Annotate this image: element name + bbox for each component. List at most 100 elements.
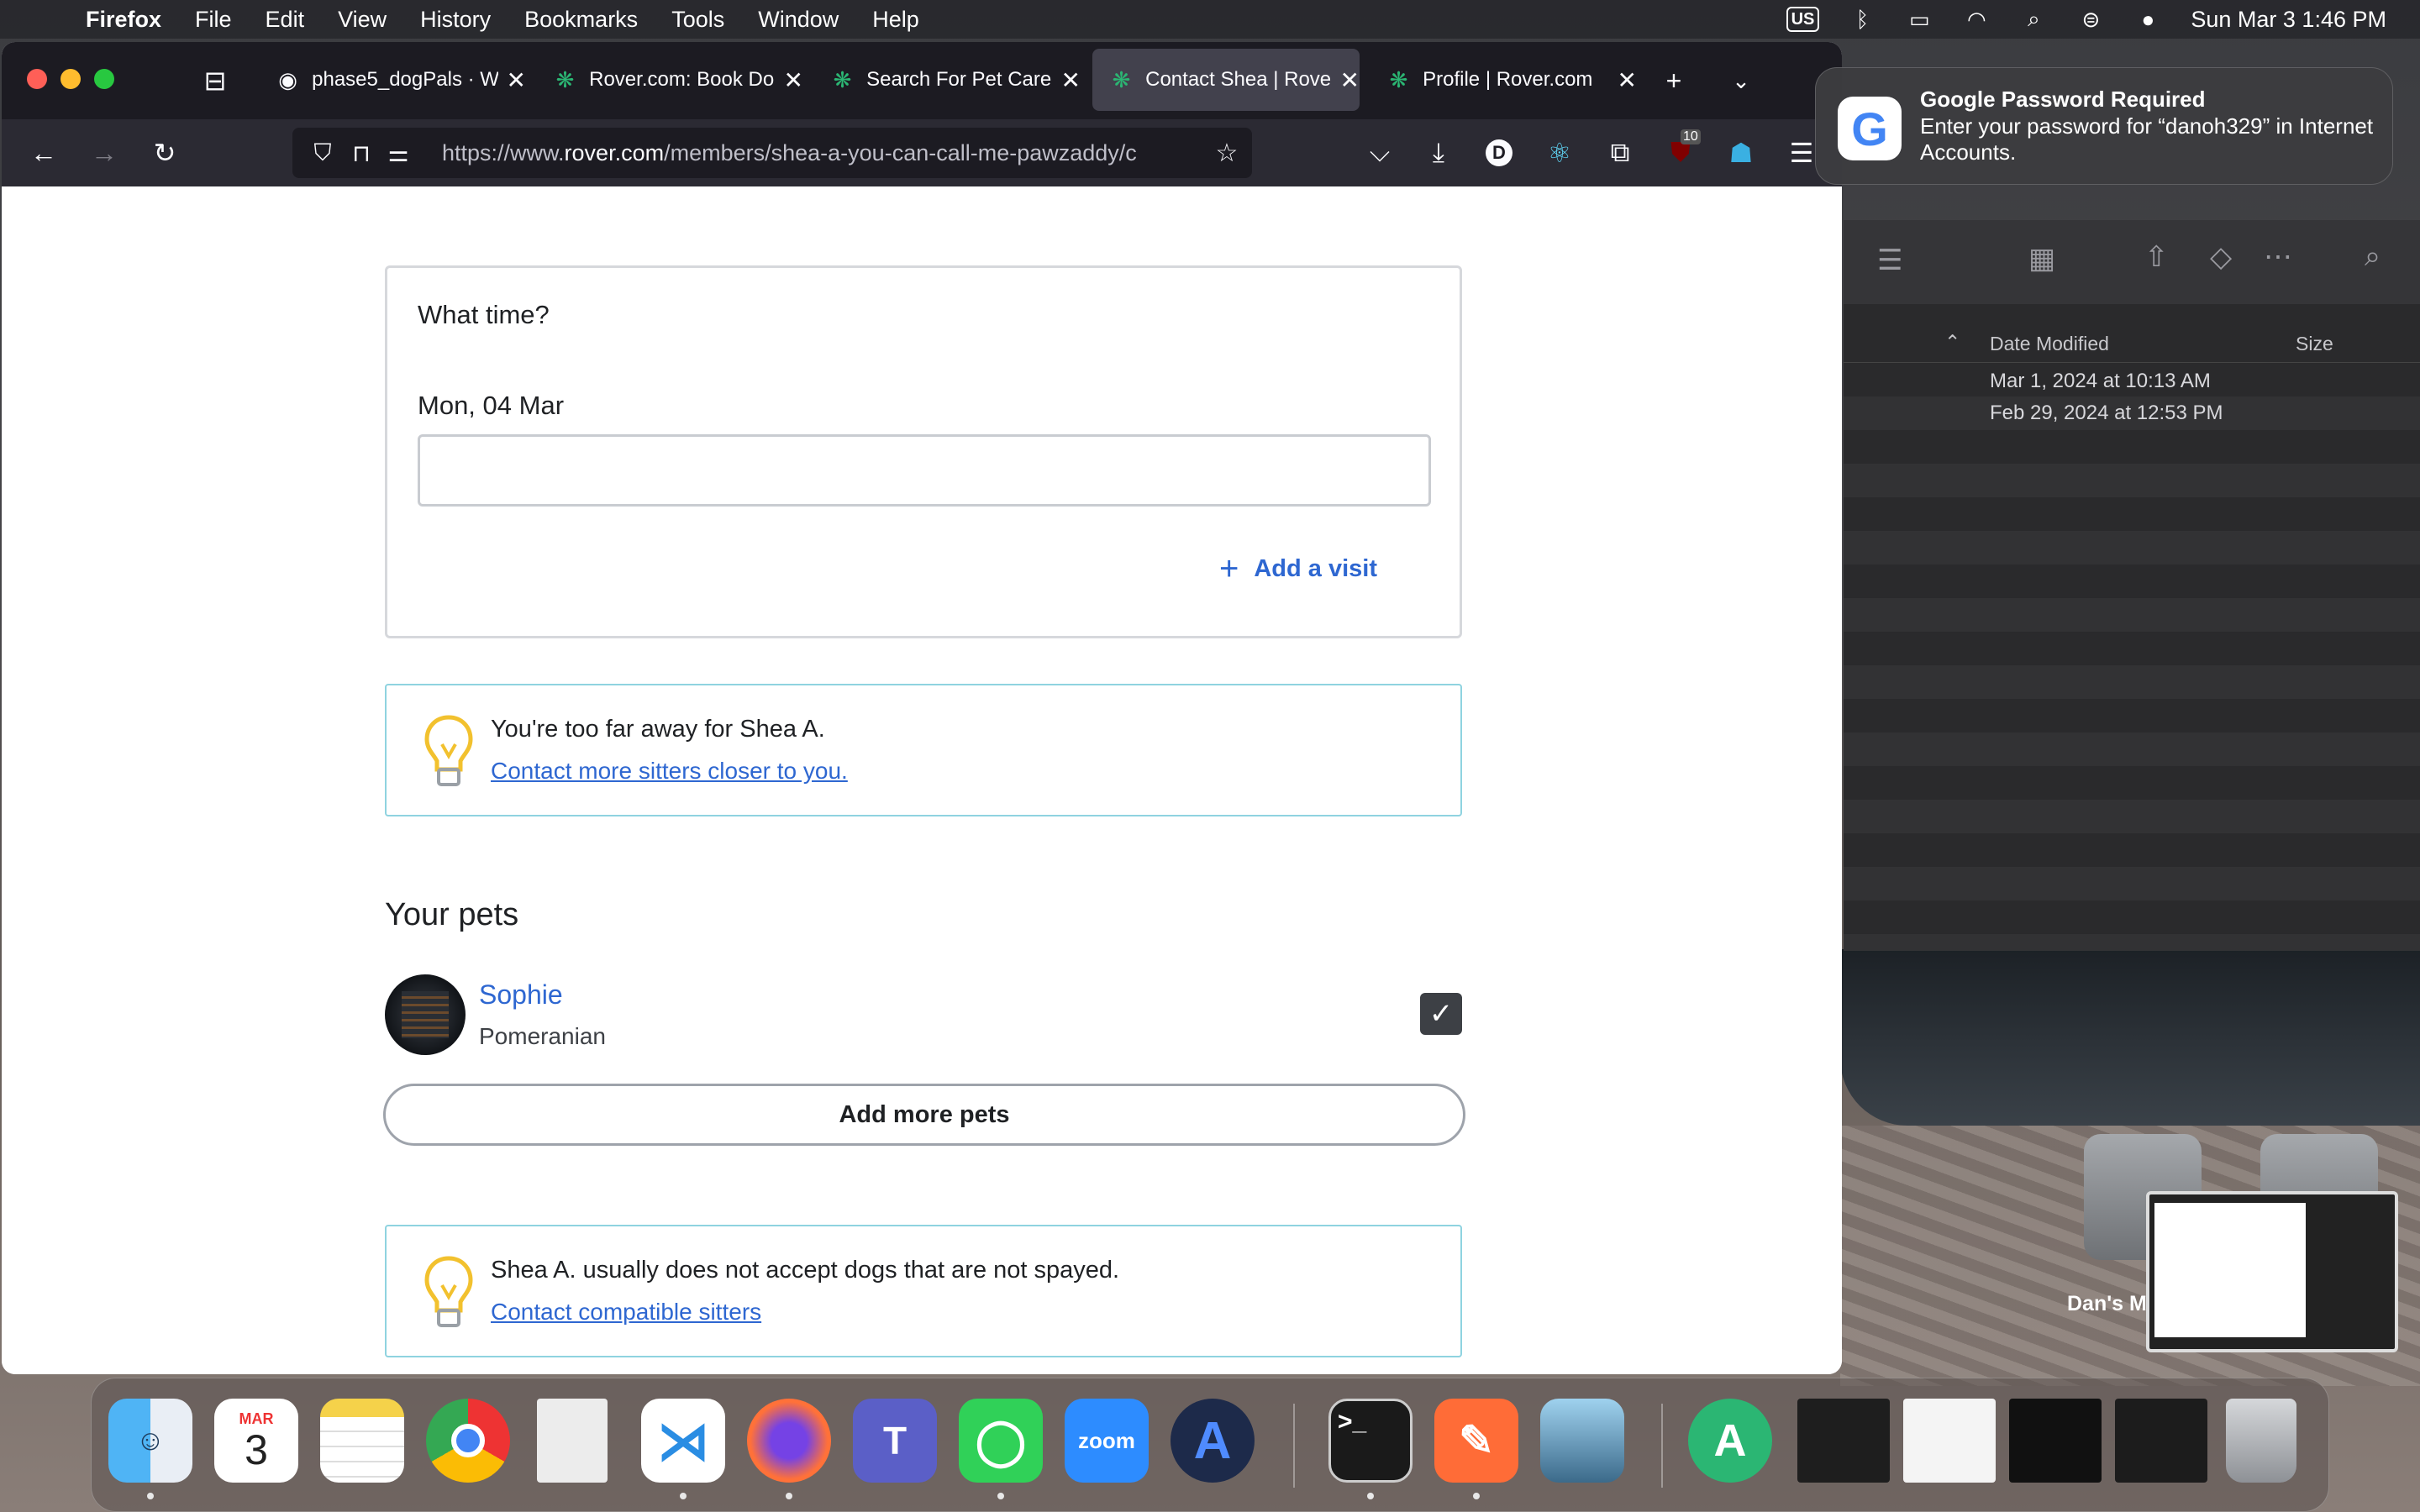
minimize-window-button[interactable]	[60, 69, 81, 89]
calendar-month: MAR	[239, 1410, 274, 1427]
menu-file[interactable]: File	[195, 7, 232, 33]
menu-view[interactable]: View	[338, 7, 387, 33]
pet-avatar[interactable]	[385, 974, 466, 1055]
add-more-pets-button[interactable]: Add more pets	[383, 1084, 1465, 1146]
extensions-puzzle-icon[interactable]: ⧉	[1602, 134, 1639, 171]
menubar-clock[interactable]: Sun Mar 3 1:46 PM	[2191, 7, 2386, 33]
minimized-window-thumbnail[interactable]	[2115, 1399, 2207, 1483]
zoom-window-button[interactable]	[94, 69, 114, 89]
tab-rover-book[interactable]: ❋ Rover.com: Book Do ✕	[536, 49, 803, 111]
more-icon[interactable]: ⋯	[2264, 240, 2292, 274]
tab-contact-shea[interactable]: ❋ Contact Shea | Rove ✕	[1092, 49, 1360, 111]
tracking-protection-shield-icon[interactable]: ⛉	[304, 134, 341, 171]
drive-label[interactable]: Dan's M	[2067, 1292, 2147, 1316]
menu-help[interactable]: Help	[872, 7, 919, 33]
share-icon[interactable]: ⇧	[2144, 240, 2169, 274]
menu-edit[interactable]: Edit	[266, 7, 305, 33]
tab-overview-icon[interactable]: ⊟	[197, 62, 234, 99]
sort-chevron-up-icon[interactable]: ⌃	[1944, 331, 1960, 354]
tab-list-chevron-down-icon[interactable]: ⌄	[1723, 62, 1760, 99]
zoom-icon[interactable]: zoom	[1065, 1399, 1149, 1483]
address-bar[interactable]: ⛉ ⊓ ⚌ https://www.rover.com/members/shea…	[292, 128, 1252, 178]
xcode-instruments-icon[interactable]: A	[1688, 1399, 1772, 1483]
lock-icon[interactable]: ⊓	[343, 134, 380, 171]
arc-icon[interactable]: A	[1171, 1399, 1255, 1483]
firefox-icon[interactable]	[747, 1399, 831, 1483]
checkmark-icon: ✓	[1428, 998, 1454, 1030]
column-date-modified[interactable]: Date Modified	[1990, 333, 2109, 355]
pet-checkbox[interactable]: ✓	[1420, 993, 1462, 1035]
trash-icon[interactable]	[2226, 1399, 2296, 1483]
close-tab-icon[interactable]: ✕	[784, 66, 803, 94]
react-devtools-icon[interactable]: ⚛	[1541, 134, 1578, 171]
firefox-window: ⊟ ◉ phase5_dogPals · W ✕ ❋ Rover.com: Bo…	[2, 42, 1842, 1374]
siri-icon[interactable]: ●	[2133, 7, 2162, 32]
forward-icon[interactable]: →	[86, 134, 123, 171]
github-icon: ◉	[278, 66, 297, 92]
control-center-icon[interactable]: ⊜	[2076, 7, 2105, 32]
password-notification[interactable]: G Google Password Required Enter your pa…	[1815, 67, 2393, 185]
tab-phase5-dogpals[interactable]: ◉ phase5_dogPals · W ✕	[259, 49, 526, 111]
close-tab-icon[interactable]: ✕	[507, 66, 526, 94]
contact-compatible-sitters-link[interactable]: Contact compatible sitters	[491, 1299, 761, 1326]
ublock-origin-icon[interactable]: ⛊ 10	[1662, 129, 1701, 171]
screenshot-thumbnail[interactable]	[2146, 1191, 2398, 1352]
messages-icon[interactable]: ◯	[959, 1399, 1043, 1483]
column-size[interactable]: Size	[2296, 333, 2333, 355]
running-indicator	[1473, 1493, 1480, 1499]
wifi-icon[interactable]: ◠	[1962, 7, 1991, 32]
site-permissions-icon[interactable]: ⚌	[380, 134, 417, 171]
minimized-window-thumbnail[interactable]	[2009, 1399, 2102, 1483]
close-tab-icon[interactable]: ✕	[1061, 66, 1081, 94]
tag-icon[interactable]: ◇	[2210, 240, 2232, 274]
list-view-icon[interactable]: ☰	[1877, 244, 1902, 277]
finder-icon[interactable]: ☺	[108, 1399, 192, 1483]
menu-window[interactable]: Window	[758, 7, 839, 33]
extension-d-icon[interactable]: D	[1481, 134, 1518, 171]
contact-closer-sitters-link[interactable]: Contact more sitters closer to you.	[491, 758, 848, 785]
running-indicator	[680, 1493, 687, 1499]
textedit-icon[interactable]	[537, 1399, 608, 1483]
minimized-window-thumbnail[interactable]	[1797, 1399, 1890, 1483]
app-menu[interactable]: Firefox	[86, 7, 161, 33]
url-text[interactable]: https://www.rover.com/members/shea-a-you…	[442, 140, 1195, 166]
close-tab-icon[interactable]: ✕	[1618, 66, 1637, 94]
postman-icon[interactable]: ✎	[1434, 1399, 1518, 1483]
new-tab-icon[interactable]: +	[1655, 62, 1692, 99]
tab-profile-rover[interactable]: ❋ Profile | Rover.com ✕	[1370, 49, 1637, 111]
bookmark-star-icon[interactable]: ☆	[1208, 134, 1245, 171]
finder-row[interactable]: Mar 1, 2024 at 10:13 AM	[1844, 363, 2420, 396]
calendar-icon[interactable]: MAR 3	[214, 1399, 298, 1483]
finder-window[interactable]: ☰ ▦ ⇧ ◇ ⋯ ⌕ ⌃ Date Modified Size Mar 1, …	[1844, 220, 2420, 951]
finder-row[interactable]: Feb 29, 2024 at 12:53 PM	[1844, 396, 2420, 430]
menu-history[interactable]: History	[420, 7, 491, 33]
reload-icon[interactable]: ↻	[146, 134, 183, 171]
ghostery-icon[interactable]: ☗	[1723, 134, 1760, 171]
teams-icon[interactable]: T	[853, 1399, 937, 1483]
add-visit-button[interactable]: + Add a visit	[1219, 550, 1377, 588]
close-tab-icon[interactable]: ✕	[1340, 66, 1360, 94]
time-input[interactable]	[418, 434, 1431, 507]
vscode-icon[interactable]: ⋊	[641, 1399, 725, 1483]
search-icon[interactable]: ⌕	[2365, 240, 2381, 273]
apple-menu-icon[interactable]	[32, 4, 62, 34]
downloads-icon[interactable]: ⤓	[1420, 134, 1457, 171]
minimized-window-thumbnail[interactable]	[1903, 1399, 1996, 1483]
bluetooth-icon[interactable]: ᛒ	[1848, 7, 1876, 32]
back-icon[interactable]: ←	[25, 134, 62, 171]
input-source-badge[interactable]: US	[1786, 7, 1820, 32]
close-window-button[interactable]	[27, 69, 47, 89]
pet-name-link[interactable]: Sophie	[479, 979, 563, 1011]
time-heading: What time?	[418, 300, 550, 329]
chrome-icon[interactable]	[426, 1399, 510, 1483]
battery-icon[interactable]: ▭	[1905, 7, 1933, 32]
pocket-icon[interactable]: ⌵	[1361, 134, 1398, 171]
terminal-icon[interactable]: >_	[1328, 1399, 1413, 1483]
tab-search-pet-care[interactable]: ❋ Search For Pet Care ✕	[813, 49, 1081, 111]
menu-tools[interactable]: Tools	[671, 7, 724, 33]
notes-icon[interactable]	[320, 1399, 404, 1483]
grid-view-icon[interactable]: ▦	[2028, 242, 2055, 276]
spotlight-search-icon[interactable]: ⌕	[2019, 6, 2048, 31]
preview-icon[interactable]	[1540, 1399, 1624, 1483]
menu-bookmarks[interactable]: Bookmarks	[524, 7, 638, 33]
